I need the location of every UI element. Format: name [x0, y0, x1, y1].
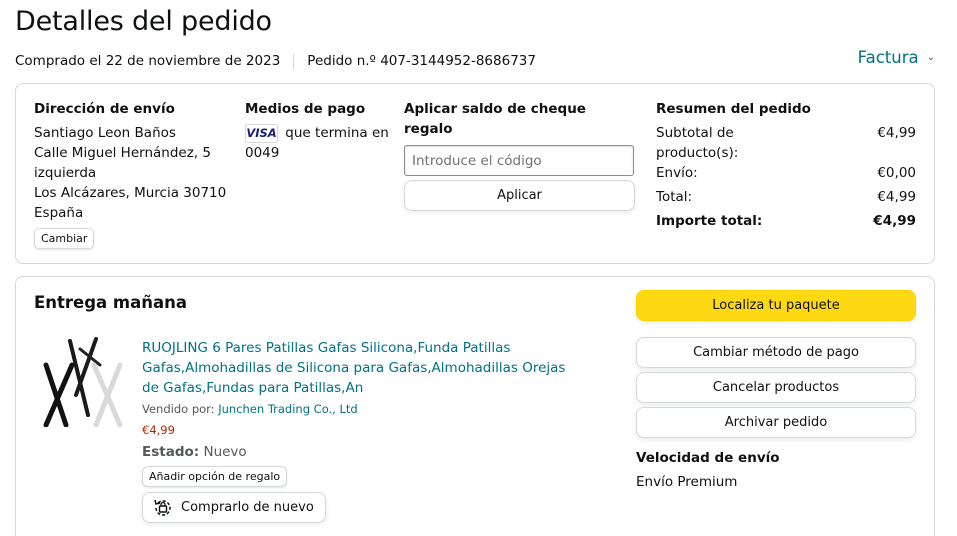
payment-heading: Medios de pago [245, 101, 366, 117]
apply-gift-button[interactable]: Aplicar [404, 180, 635, 211]
product-image[interactable] [40, 335, 130, 427]
condition-value: Nuevo [203, 444, 247, 460]
summary-row-total: Importe total: €4,99 [656, 211, 916, 231]
gift-card-section: Aplicar saldo de cheque regalo Aplicar [404, 99, 636, 211]
product-price: €4,99 [142, 423, 175, 437]
order-summary-section: Resumen del pedido Subtotal de producto(… [656, 99, 916, 231]
payment-section: Medios de pago VISA que termina en 0049 [245, 99, 395, 163]
product-title-link[interactable]: RUOJLING 6 Pares Patillas Gafas Silicona… [142, 338, 572, 398]
shipping-address-section: Dirección de envío Santiago Leon Baños C… [34, 99, 234, 249]
order-meta: Comprado el 22 de noviembre de 2023 Pedi… [15, 53, 536, 69]
seller-prefix: Vendido por: [142, 402, 215, 416]
meta-divider [293, 53, 295, 69]
summary-row: Subtotal de producto(s): €4,99 [656, 123, 916, 163]
gift-card-heading: Aplicar saldo de cheque regalo [404, 101, 586, 137]
seller-info: Vendido por: Junchen Trading Co., Ltd [142, 399, 572, 419]
summary-value: €4,99 [873, 213, 916, 229]
buy-again-button[interactable]: Comprarlo de nuevo [142, 492, 326, 523]
page-title: Detalles del pedido [15, 6, 272, 37]
order-actions: Localiza tu paquete Cambiar método de pa… [636, 290, 916, 492]
address-line: España [34, 205, 84, 221]
buy-again-icon [154, 499, 171, 516]
summary-row: Envío: €0,00 [656, 163, 916, 183]
summary-label: Total: [656, 189, 693, 205]
summary-row: Total: €4,99 [656, 187, 916, 207]
product-info: RUOJLING 6 Pares Patillas Gafas Silicona… [142, 338, 572, 525]
summary-label: Importe total: [656, 213, 763, 229]
summary-label: Subtotal de producto(s): [656, 125, 739, 161]
address-line: Los Alcázares, Murcia 30710 [34, 185, 227, 201]
summary-value: €4,99 [877, 125, 916, 141]
product-condition: Estado: Nuevo [142, 442, 572, 462]
order-number: Pedido n.º 407-3144952-8686737 [307, 53, 536, 69]
delivery-heading: Entrega mañana [34, 293, 188, 312]
gift-code-input[interactable] [404, 145, 634, 176]
change-payment-button[interactable]: Cambiar método de pago [636, 337, 916, 368]
card-ending-text: que termina en [285, 125, 389, 141]
seller-link[interactable]: Junchen Trading Co., Ltd [218, 402, 358, 416]
condition-label: Estado: [142, 444, 200, 460]
track-package-button[interactable]: Localiza tu paquete [636, 290, 916, 321]
shipping-heading: Dirección de envío [34, 101, 175, 117]
purchase-date: Comprado el 22 de noviembre de 2023 [15, 53, 281, 69]
summary-label: Envío: [656, 165, 698, 181]
invoice-label: Factura [857, 48, 919, 67]
summary-value: €4,99 [877, 189, 916, 205]
cancel-items-button[interactable]: Cancelar productos [636, 372, 916, 403]
summary-heading: Resumen del pedido [656, 101, 811, 117]
card-last-digits: 0049 [245, 145, 280, 161]
address-line: Calle Miguel Hernández, 5 [34, 145, 211, 161]
shipping-speed-value: Envío Premium [636, 474, 738, 490]
order-summary-box: Dirección de envío Santiago Leon Baños C… [15, 83, 935, 264]
change-address-button[interactable]: Cambiar [34, 228, 95, 249]
summary-value: €0,00 [877, 165, 916, 181]
add-gift-option-button[interactable]: Añadir opción de regalo [142, 466, 288, 487]
archive-order-button[interactable]: Archivar pedido [636, 407, 916, 438]
buy-again-label: Comprarlo de nuevo [181, 499, 314, 515]
delivery-box: Entrega mañana RUOJLING 6 Pares Patillas… [15, 276, 935, 536]
chevron-down-icon: ⌄ [926, 52, 935, 63]
shipping-speed-heading: Velocidad de envío [636, 450, 780, 466]
invoice-dropdown[interactable]: Factura ⌄ [858, 48, 935, 67]
payment-method: VISA que termina en [245, 123, 395, 143]
address-line: izquierda [34, 165, 97, 181]
address-line: Santiago Leon Baños [34, 125, 176, 141]
visa-card-icon: VISA [245, 123, 278, 143]
